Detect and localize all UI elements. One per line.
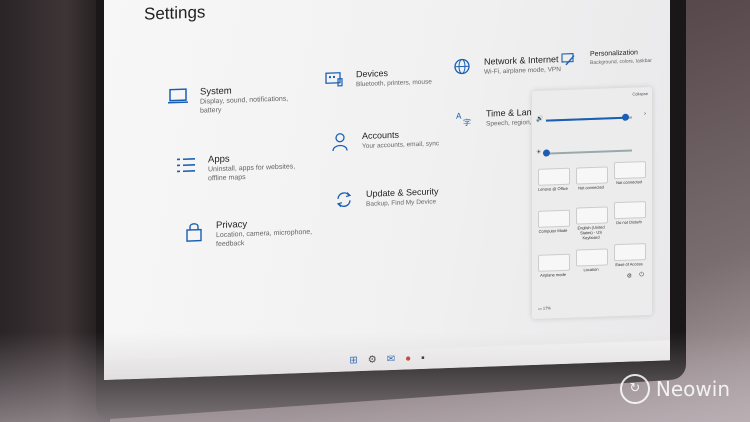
devices-icon xyxy=(322,70,346,93)
tile-label: Airplane mode xyxy=(540,271,566,278)
person-icon xyxy=(328,131,352,154)
category-desc: Your accounts, email, sync xyxy=(362,140,440,150)
tile-label: Ease of Access xyxy=(615,261,643,268)
tile-1[interactable] xyxy=(576,166,608,185)
globe-icon xyxy=(450,57,474,80)
category-network[interactable]: Network & Internet Wi-Fi, airplane mode,… xyxy=(450,54,561,80)
tile-label: Location xyxy=(583,266,599,273)
watermark: ↻ Neowin xyxy=(619,374,730,404)
tile-label: Not connected xyxy=(578,184,604,191)
category-desc: Display, sound, notifications, battery xyxy=(200,95,289,115)
tile-6[interactable] xyxy=(538,253,570,272)
category-personalization[interactable]: Personalization Background, colors, task… xyxy=(556,47,652,72)
tile-label: English (United States) - US Keyboard xyxy=(577,224,605,241)
brightness-knob[interactable] xyxy=(543,149,550,157)
svg-text:字: 字 xyxy=(463,117,471,127)
battery-icon: ▭ xyxy=(538,305,542,311)
settings-window: Settings System Display, sound, notifica… xyxy=(104,0,670,381)
tile-label: Do not Disturb xyxy=(616,219,642,226)
quick-settings-flyout: Collapse 🔊 › ☀ Lenovo @ Office Not conne… xyxy=(532,86,652,320)
tile-8[interactable] xyxy=(614,243,646,262)
sync-icon xyxy=(332,189,356,212)
time-language-icon: A字 xyxy=(452,109,476,132)
category-desc: Backup, Find My Device xyxy=(366,198,437,208)
battery-percent: 17% xyxy=(542,305,551,311)
tile-0[interactable] xyxy=(538,167,570,186)
chevron-right-icon[interactable]: › xyxy=(644,111,646,117)
category-desc: Bluetooth, printers, mouse xyxy=(356,78,432,89)
category-desc: Background, colors, taskbar xyxy=(590,57,652,67)
neowin-logo-icon: ↻ xyxy=(619,374,650,404)
brush-icon xyxy=(556,49,580,72)
category-system[interactable]: System Display, sound, notifications, ba… xyxy=(166,83,300,117)
page-title: Settings xyxy=(144,2,206,24)
category-desc: Wi-Fi, airplane mode, VPN xyxy=(484,66,561,76)
gear-icon[interactable]: ⚙ xyxy=(627,273,632,280)
lock-icon xyxy=(182,220,206,243)
tile-label: Lenovo @ Office xyxy=(538,185,568,192)
category-accounts[interactable]: Accounts Your accounts, email, sync xyxy=(328,128,439,154)
battery-status: ▭ 17% xyxy=(538,305,551,310)
category-desc: Uninstall, apps for websites, offline ma… xyxy=(208,163,296,183)
tile-7[interactable] xyxy=(576,248,608,267)
tile-2[interactable] xyxy=(614,161,646,180)
tile-label: Computer Mode xyxy=(538,227,568,234)
category-update-security[interactable]: Update & Security Backup, Find My Device xyxy=(332,186,439,212)
watermark-text: Neowin xyxy=(655,377,730,401)
collapse-button[interactable]: Collapse xyxy=(632,91,648,97)
tile-5[interactable] xyxy=(614,201,646,220)
category-privacy[interactable]: Privacy Location, camera, microphone, fe… xyxy=(182,217,316,251)
category-devices[interactable]: Devices Bluetooth, printers, mouse xyxy=(322,67,432,93)
power-icon[interactable]: ⏻ xyxy=(639,272,644,279)
apps-list-icon xyxy=(174,155,198,178)
tile-3[interactable] xyxy=(538,209,570,228)
laptop-icon xyxy=(166,87,190,110)
volume-icon: 🔊 xyxy=(536,116,544,123)
brightness-icon: ☀ xyxy=(536,149,542,156)
tile-4[interactable] xyxy=(576,206,608,225)
volume-fill xyxy=(546,116,626,122)
category-desc: Location, camera, microphone, feedback xyxy=(216,228,313,249)
category-apps[interactable]: Apps Uninstall, apps for websites, offli… xyxy=(174,151,308,185)
tile-label: Not connected xyxy=(616,179,642,186)
volume-slider[interactable] xyxy=(546,113,632,122)
volume-knob[interactable] xyxy=(622,113,630,121)
svg-text:A: A xyxy=(456,112,462,121)
brightness-slider[interactable] xyxy=(543,149,632,157)
